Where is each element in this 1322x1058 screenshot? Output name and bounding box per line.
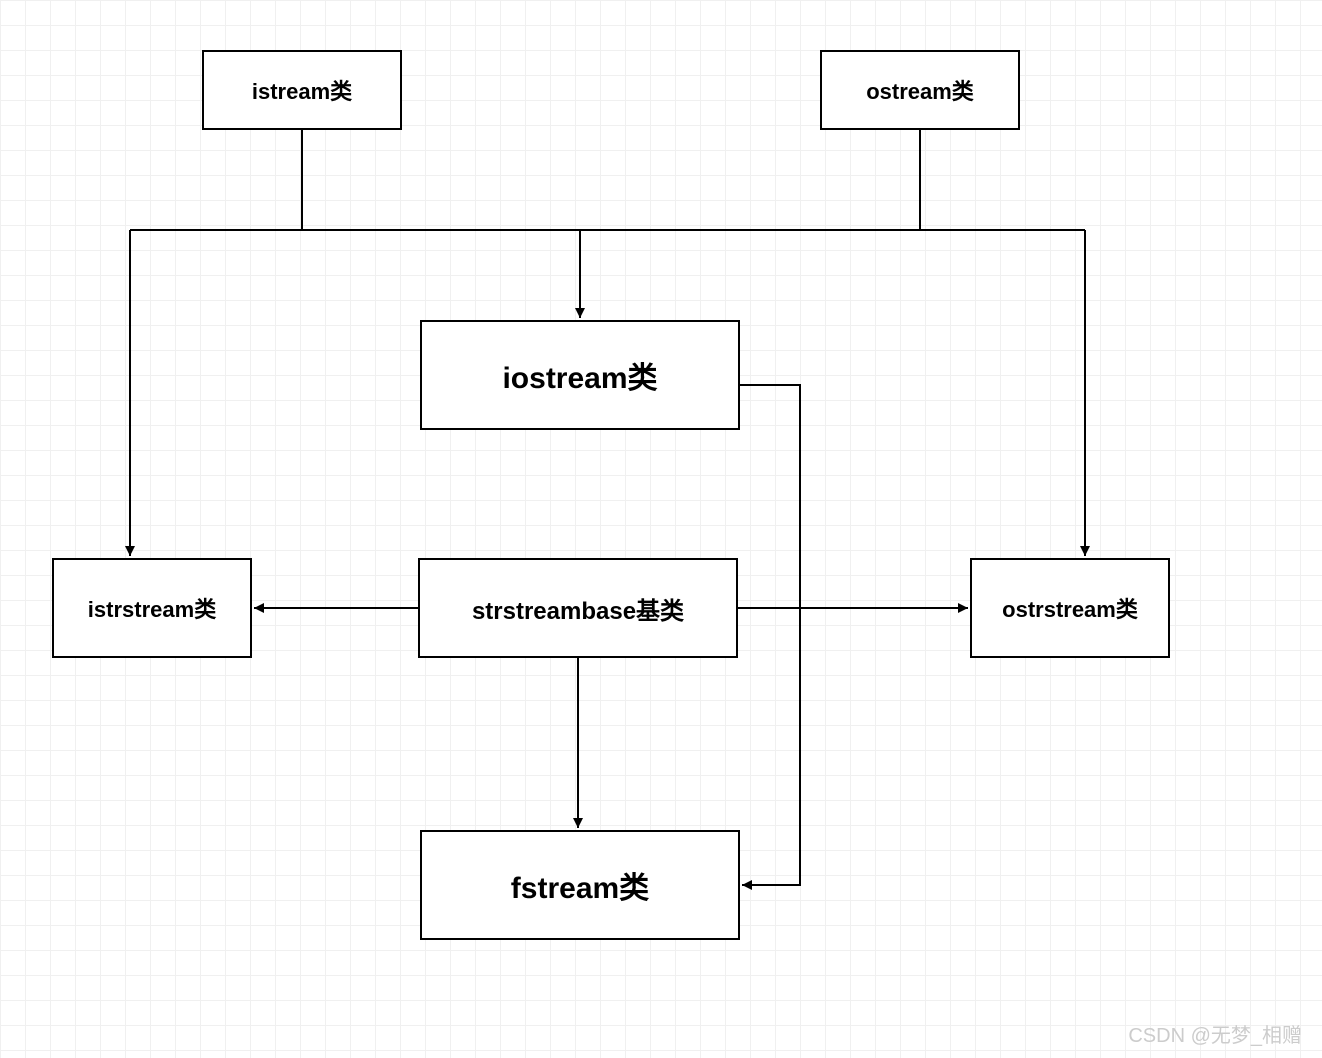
watermark-text: CSDN @无梦_相赠 — [1128, 1019, 1302, 1048]
node-label: istream类 — [252, 74, 352, 106]
node-label: istrstream类 — [88, 592, 216, 624]
node-fstream: fstream类 — [420, 830, 740, 940]
node-label: strstreambase基类 — [472, 591, 684, 626]
node-strstreambase: strstreambase基类 — [418, 558, 738, 658]
node-label: ostrstream类 — [1002, 592, 1138, 624]
node-istream: istream类 — [202, 50, 402, 130]
node-ostream: ostream类 — [820, 50, 1020, 130]
node-label: ostream类 — [866, 74, 974, 106]
node-label: iostream类 — [502, 353, 657, 397]
node-iostream: iostream类 — [420, 320, 740, 430]
node-ostrstream: ostrstream类 — [970, 558, 1170, 658]
node-label: fstream类 — [511, 863, 649, 907]
node-istrstream: istrstream类 — [52, 558, 252, 658]
